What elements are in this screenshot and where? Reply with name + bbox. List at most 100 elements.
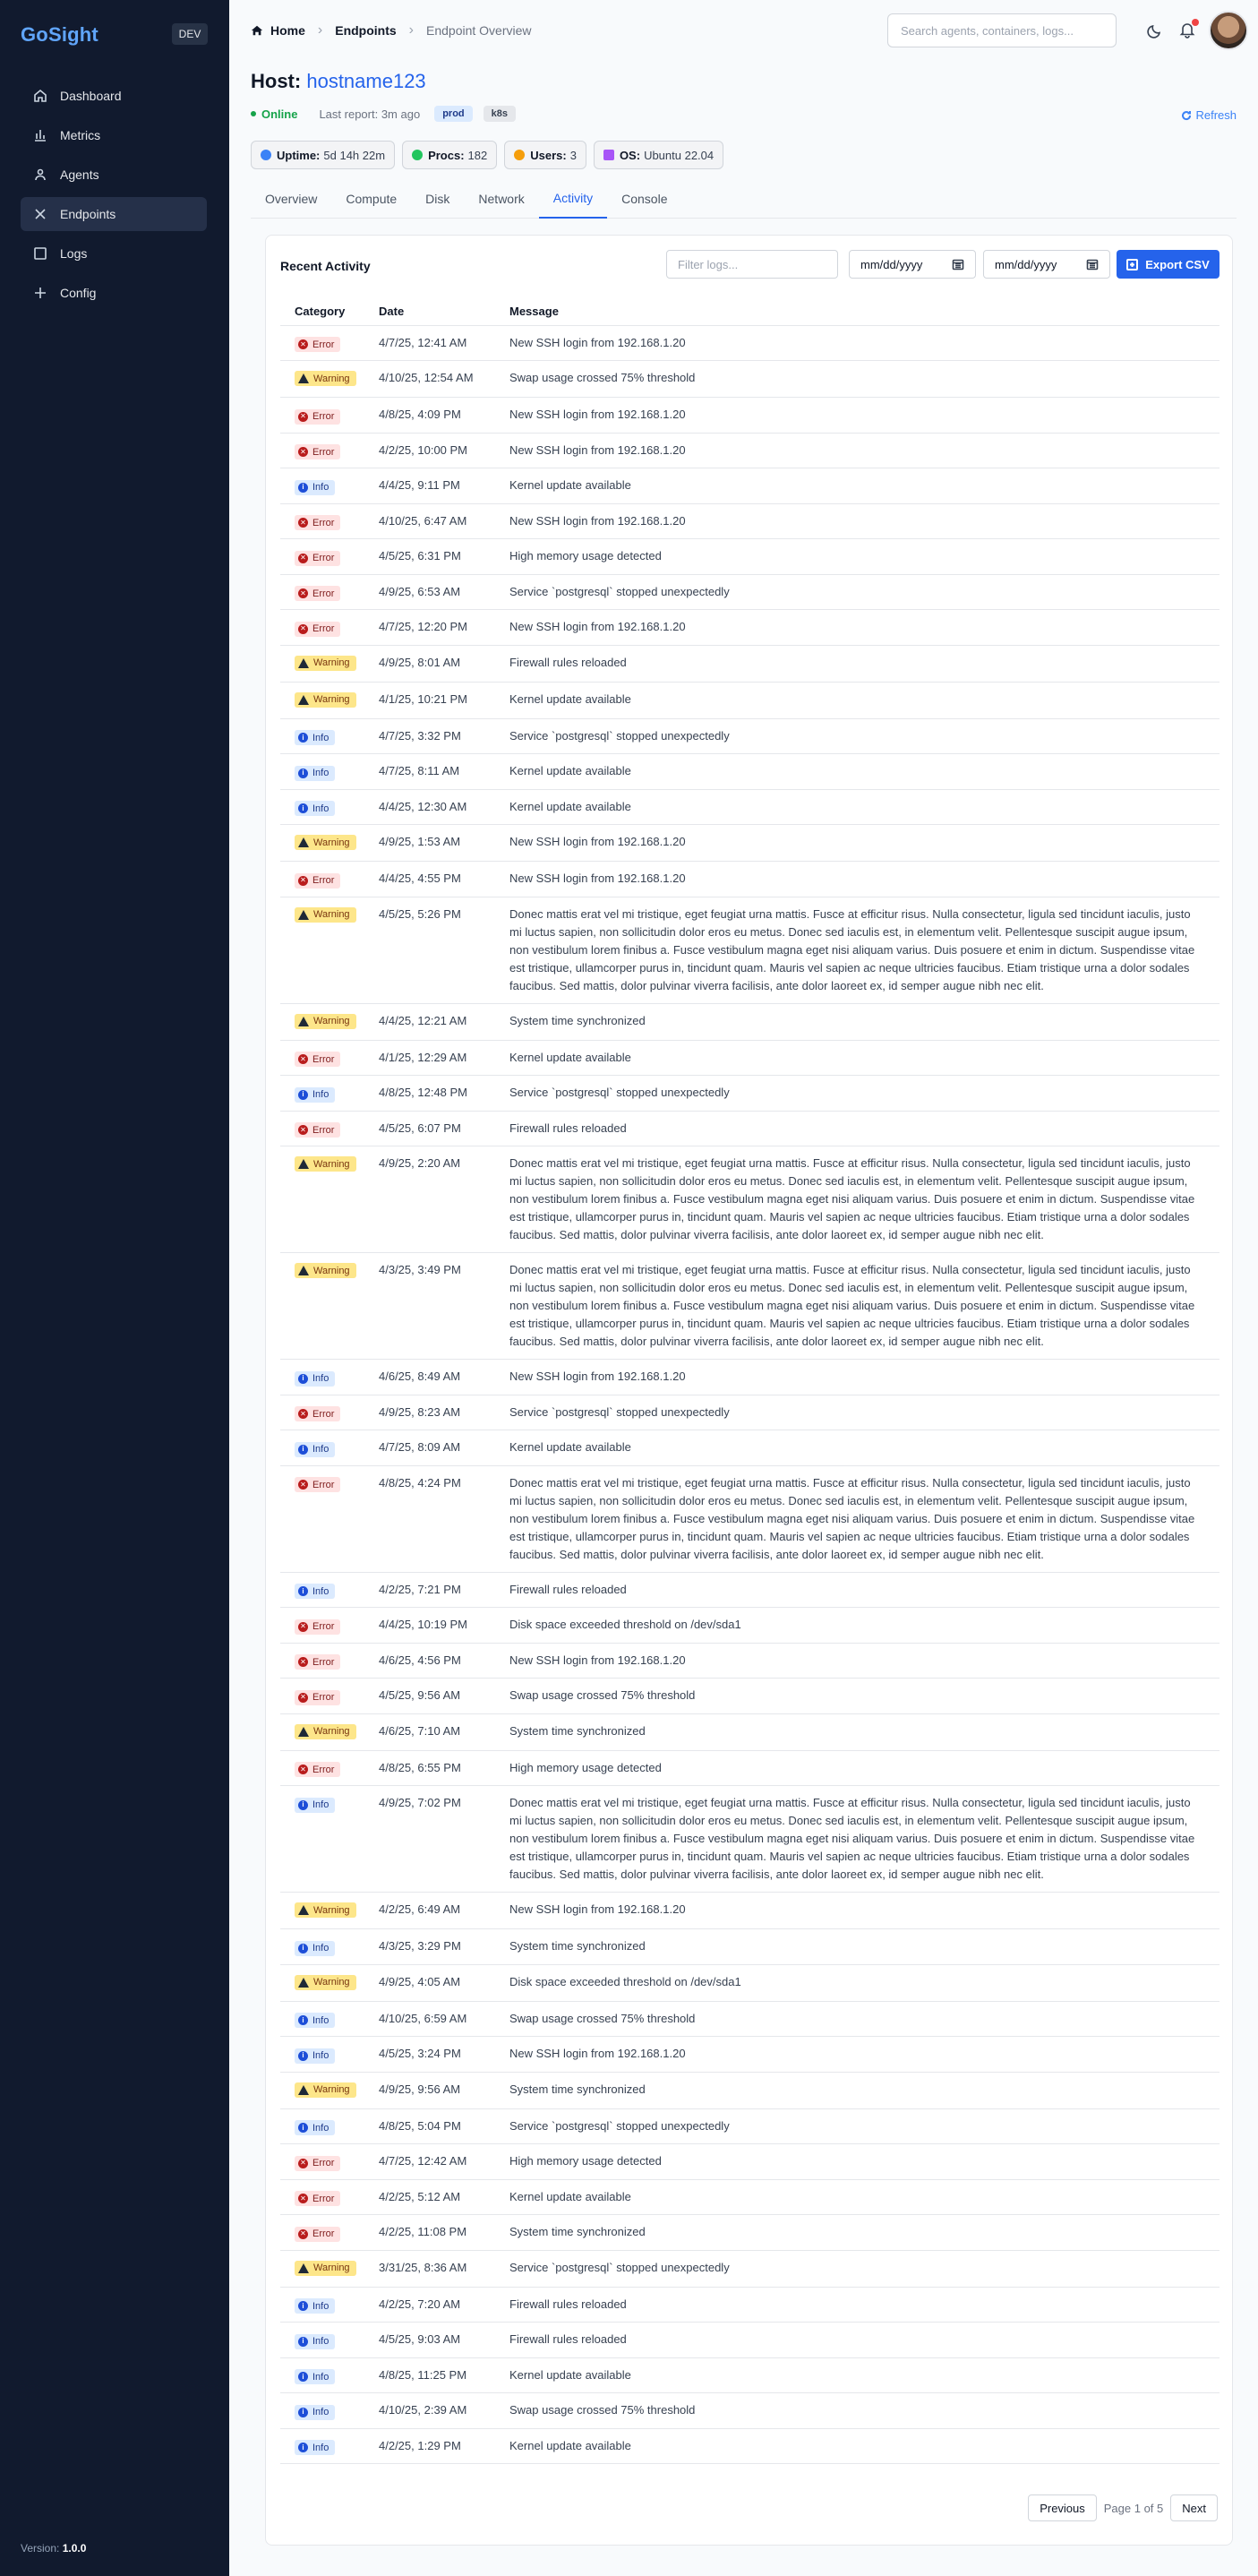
- category-badge: Warning: [295, 1263, 356, 1278]
- category-label: Warning: [313, 1904, 350, 1916]
- table-row: ✕ Error 4/8/25, 4:09 PM New SSH login from …: [280, 397, 1219, 434]
- category-badge: i Info: [295, 2048, 336, 2064]
- category-label: Warning: [313, 1016, 350, 1026]
- date-cell: 4/5/25, 3:24 PM: [379, 2036, 509, 2073]
- table-row: Warning 4/9/25, 2:20 AM Donec mattis erat …: [280, 1146, 1219, 1253]
- tab-overview[interactable]: Overview: [251, 179, 331, 219]
- sidebar-item-agents[interactable]: Agents: [21, 158, 207, 192]
- sidebar-item-config[interactable]: Config: [21, 276, 207, 310]
- notification-dot: [1192, 19, 1199, 26]
- category-badge: Warning: [295, 2260, 356, 2276]
- category-badge: ✕ Error: [295, 1406, 341, 1421]
- category-cell: i Info: [280, 2001, 379, 2037]
- refresh-button[interactable]: Refresh: [1181, 108, 1237, 122]
- warning-icon: [298, 1905, 309, 1915]
- message-cell: Donec mattis erat vel mi tristique, eget…: [509, 1146, 1219, 1253]
- date-cell: 4/2/25, 6:49 AM: [379, 1892, 509, 1929]
- category-badge: i Info: [295, 479, 336, 495]
- date-cell: 4/10/25, 6:47 AM: [379, 503, 509, 539]
- tab-activity[interactable]: Activity: [538, 179, 608, 219]
- moon-icon[interactable]: [1146, 21, 1164, 39]
- message-cell: Donec mattis erat vel mi tristique, eget…: [509, 1785, 1219, 1893]
- info-icon: i: [298, 1444, 308, 1455]
- search-input[interactable]: [887, 13, 1117, 47]
- message-cell: System time synchronized: [509, 1928, 1219, 1965]
- table-row: i Info 4/10/25, 6:59 AM Swap usage crossed …: [280, 2001, 1219, 2037]
- start-date-input[interactable]: mm/dd/yyyy: [849, 250, 976, 279]
- category-badge: ✕ Error: [295, 586, 341, 601]
- category-label: Info: [312, 1089, 329, 1100]
- info-icon: i: [298, 1943, 308, 1953]
- tab-compute[interactable]: Compute: [331, 179, 411, 219]
- warning-icon: [298, 694, 309, 705]
- previous-button[interactable]: Previous: [1028, 2494, 1097, 2521]
- export-csv-button[interactable]: Export CSV: [1117, 250, 1219, 279]
- home-icon: [34, 89, 47, 102]
- category-badge: i Info: [295, 1797, 336, 1813]
- date-cell: 4/5/25, 9:03 AM: [379, 2322, 509, 2358]
- table-row: i Info 4/5/25, 3:24 PM New SSH login from 1…: [280, 2036, 1219, 2073]
- date-cell: 4/9/25, 7:02 PM: [379, 1785, 509, 1893]
- date-cell: 3/31/25, 8:36 AM: [379, 2250, 509, 2288]
- category-label: Info: [312, 1444, 329, 1455]
- table-row: ✕ Error 4/8/25, 4:24 PM Donec mattis erat v…: [280, 1465, 1219, 1573]
- host-label: Host:: [251, 70, 302, 92]
- sidebar-item-dashboard[interactable]: Dashboard: [21, 79, 207, 113]
- date-cell: 4/5/25, 6:31 PM: [379, 538, 509, 575]
- error-icon: ✕: [298, 1480, 308, 1490]
- info-icon: i: [298, 2407, 308, 2417]
- brand-logo[interactable]: GoSight: [21, 23, 98, 47]
- next-button[interactable]: Next: [1170, 2494, 1218, 2521]
- category-label: Info: [312, 803, 329, 814]
- breadcrumb-home[interactable]: Home: [251, 23, 305, 38]
- category-badge: i Info: [295, 2120, 336, 2135]
- host-name: hostname123: [306, 70, 426, 92]
- sidebar-item-logs[interactable]: Logs: [21, 236, 207, 270]
- message-cell: New SSH login from 192.168.1.20: [509, 325, 1219, 361]
- table-row: ✕ Error 4/4/25, 4:55 PM New SSH login from …: [280, 861, 1219, 897]
- message-cell: Kernel update available: [509, 682, 1219, 719]
- category-cell: Warning: [280, 1252, 379, 1360]
- end-date-input[interactable]: mm/dd/yyyy: [983, 250, 1110, 279]
- stat-label: Users:: [530, 148, 567, 162]
- category-label: Info: [312, 1373, 329, 1384]
- version-number: 1.0.0: [62, 2542, 87, 2555]
- tab-network[interactable]: Network: [464, 179, 538, 219]
- message-cell: System time synchronized: [509, 2072, 1219, 2109]
- error-icon: ✕: [298, 588, 308, 598]
- category-label: Info: [312, 1799, 329, 1810]
- message-cell: High memory usage detected: [509, 2143, 1219, 2180]
- category-label: Info: [312, 2300, 329, 2312]
- message-cell: Service `postgresql` stopped unexpectedl…: [509, 2250, 1219, 2288]
- category-cell: Warning: [280, 2072, 379, 2109]
- category-cell: ✕ Error: [280, 2143, 379, 2180]
- category-label: Error: [312, 1124, 335, 1136]
- category-badge: i Info: [295, 801, 336, 816]
- sidebar-item-metrics[interactable]: Metrics: [21, 118, 207, 152]
- category-cell: i Info: [280, 1075, 379, 1112]
- category-label: Info: [312, 2407, 329, 2417]
- date-cell: 4/3/25, 3:49 PM: [379, 1252, 509, 1360]
- date-cell: 4/8/25, 4:09 PM: [379, 397, 509, 434]
- message-cell: Service `postgresql` stopped unexpectedl…: [509, 2108, 1219, 2144]
- sidebar-item-endpoints[interactable]: Endpoints: [21, 197, 207, 231]
- tab-disk[interactable]: Disk: [411, 179, 464, 219]
- calendar-icon: [952, 259, 964, 270]
- warning-icon: [298, 657, 309, 668]
- avatar[interactable]: [1209, 11, 1248, 50]
- tab-console[interactable]: Console: [607, 179, 681, 219]
- filter-logs-input[interactable]: [666, 250, 838, 279]
- stat-value: 5d 14h 22m: [323, 148, 386, 162]
- error-icon: ✕: [298, 623, 308, 634]
- info-icon: i: [298, 803, 308, 813]
- table-row: Warning 4/9/25, 4:05 AM Disk space exceede…: [280, 1964, 1219, 2002]
- category-cell: Warning: [280, 1146, 379, 1253]
- message-cell: New SSH login from 192.168.1.20: [509, 2036, 1219, 2073]
- category-label: Error: [312, 875, 335, 886]
- category-cell: ✕ Error: [280, 538, 379, 575]
- message-cell: Donec mattis erat vel mi tristique, eget…: [509, 897, 1219, 1004]
- breadcrumb-endpoints[interactable]: Endpoints: [335, 23, 396, 38]
- category-badge: ✕ Error: [295, 2226, 341, 2242]
- category-badge: Warning: [295, 1974, 356, 1990]
- category-cell: i Info: [280, 1572, 379, 1608]
